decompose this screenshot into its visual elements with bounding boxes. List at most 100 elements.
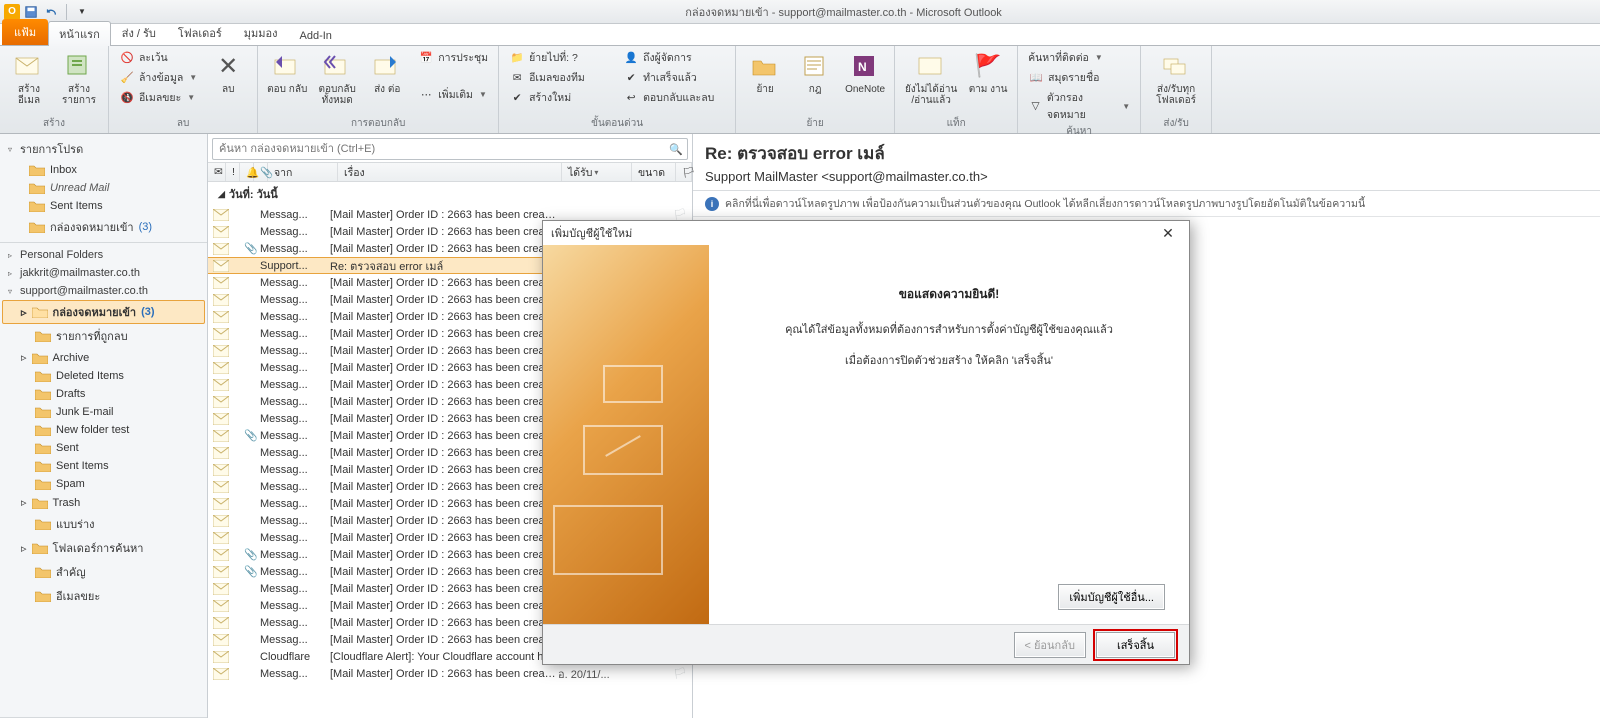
envelope-icon xyxy=(212,209,230,221)
junk-button[interactable]: 🚯อีเมลขยะ▼ xyxy=(115,88,201,107)
reply-all-button[interactable]: ตอบกลับ ทั้งหมด xyxy=(314,48,360,108)
cleanup-button[interactable]: 🧹ล้างข้อมูล▼ xyxy=(115,68,201,87)
onenote-button[interactable]: NOneNote xyxy=(842,48,888,97)
folder-item-11[interactable]: แบบร่าง xyxy=(2,512,205,536)
tab-file[interactable]: แฟ้ม xyxy=(2,19,48,45)
message-group-header[interactable]: ◢วันที่: วันนี้ xyxy=(208,182,692,206)
folder-item-2[interactable]: ▹Archive xyxy=(2,348,205,367)
tab-addin[interactable]: Add-In xyxy=(289,26,343,45)
message-row[interactable]: Messag...[Mail Master] Order ID : 2663 h… xyxy=(208,665,692,682)
message-subject: [Mail Master] Order ID : 2663 has been c… xyxy=(328,413,558,425)
save-icon[interactable] xyxy=(22,3,40,21)
unread-button[interactable]: ยังไม่ได้อ่าน /อ่านแล้ว xyxy=(901,48,961,108)
forward-button[interactable]: ส่ง ต่อ xyxy=(364,48,410,97)
fav-item-3[interactable]: กล่องจดหมายเข้า (3) xyxy=(2,215,205,239)
qs-createnew[interactable]: ✔สร้างใหม่ xyxy=(505,88,615,107)
folder-item-4[interactable]: Drafts xyxy=(2,385,205,403)
tab-sendreceive[interactable]: ส่ง / รับ xyxy=(111,20,167,45)
col-from[interactable]: จาก xyxy=(268,163,338,181)
folder-item-14[interactable]: อีเมลขยะ xyxy=(2,584,205,608)
message-subject: [Cloudflare Alert]: Your Cloudflare acco… xyxy=(328,651,558,663)
folder-item-8[interactable]: Sent Items xyxy=(2,457,205,475)
meeting-button[interactable]: 📅การประชุม xyxy=(414,48,492,67)
new-email-button[interactable]: สร้าง อีเมล xyxy=(6,48,52,108)
message-from: Messag... xyxy=(258,583,328,595)
message-subject: [Mail Master] Order ID : 2663 has been c… xyxy=(328,481,558,493)
reading-info-text: คลิกที่นี่เพื่อดาวน์โหลดรูปภาพ เพื่อป้อง… xyxy=(725,195,1365,212)
rules-button[interactable]: กฎ xyxy=(792,48,838,97)
group-create-label: สร้าง xyxy=(6,116,102,133)
qat-customize-icon[interactable]: ▼ xyxy=(73,3,91,21)
favorites-header[interactable]: ▿รายการโปรด xyxy=(0,137,207,161)
find-contact-input[interactable]: ค้นหาที่ติดต่อ▼ xyxy=(1024,48,1134,67)
message-from: Cloudflare xyxy=(258,651,328,663)
reply-button[interactable]: ตอบ กลับ xyxy=(264,48,310,97)
col-reminder[interactable]: 🔔 xyxy=(240,163,254,181)
folder-item-9[interactable]: Spam xyxy=(2,475,205,493)
message-subject: [Mail Master] Order ID : 2663 has been c… xyxy=(328,515,558,527)
message-subject: [Mail Master] Order ID : 2663 has been c… xyxy=(328,617,558,629)
qs-done[interactable]: ✔ทำเสร็จแล้ว xyxy=(619,68,729,87)
folder-item-10[interactable]: ▹Trash xyxy=(2,493,205,512)
search-icon[interactable]: 🔍 xyxy=(665,143,687,156)
ignore-button[interactable]: 🚫ละเว้น xyxy=(115,48,201,67)
undo-icon[interactable] xyxy=(42,3,60,21)
col-received[interactable]: ได้รับ ▾ xyxy=(562,163,632,181)
qs-teamemail[interactable]: ✉อีเมลของทีม xyxy=(505,68,615,87)
qs-replydelete[interactable]: ↩ตอบกลับและลบ xyxy=(619,88,729,107)
address-book-button[interactable]: 📖สมุดรายชื่อ xyxy=(1024,68,1134,87)
send-receive-all-button[interactable]: ส่ง/รับทุก โฟลเดอร์ xyxy=(1147,48,1205,108)
envelope-icon xyxy=(212,447,230,459)
delete-button[interactable]: ✕ลบ xyxy=(205,48,251,97)
col-flag[interactable]: 🏳 xyxy=(676,163,692,181)
envelope-icon xyxy=(212,379,230,391)
tab-view[interactable]: มุมมอง xyxy=(233,20,289,45)
message-from: Messag... xyxy=(258,498,328,510)
fav-item-2[interactable]: Sent Items xyxy=(2,197,205,215)
col-size[interactable]: ขนาด xyxy=(632,163,676,181)
folder-item-6[interactable]: New folder test xyxy=(2,421,205,439)
folder-item-0[interactable]: ▹กล่องจดหมายเข้า (3) xyxy=(2,300,205,324)
message-subject: [Mail Master] Order ID : 2663 has been c… xyxy=(328,464,558,476)
search-box[interactable]: 🔍 xyxy=(212,138,688,160)
tab-home[interactable]: หน้าแรก xyxy=(48,21,111,46)
col-attachment[interactable]: 📎 xyxy=(254,163,268,181)
flag-icon[interactable]: 🏳 xyxy=(672,667,688,680)
message-from: Messag... xyxy=(258,294,328,306)
dialog-close-button[interactable]: ✕ xyxy=(1155,223,1181,243)
qs-moveto[interactable]: 📁ย้ายไปที่: ? xyxy=(505,48,615,67)
message-from: Messag... xyxy=(258,226,328,238)
message-from: Messag... xyxy=(258,379,328,391)
move-button[interactable]: ย้าย xyxy=(742,48,788,97)
folder-item-12[interactable]: ▹โฟลเดอร์การค้นหา xyxy=(2,536,205,560)
fav-item-1[interactable]: Unread Mail xyxy=(2,179,205,197)
account-header-2[interactable]: ▿support@mailmaster.co.th xyxy=(0,282,207,300)
col-importance[interactable]: ! xyxy=(226,163,240,181)
new-items-button[interactable]: สร้าง รายการ xyxy=(56,48,102,108)
filter-email-button[interactable]: ▽ตัวกรองจดหมาย▼ xyxy=(1024,88,1134,124)
attachment-icon: 📎 xyxy=(244,429,258,442)
folder-item-7[interactable]: Sent xyxy=(2,439,205,457)
attachment-icon: 📎 xyxy=(244,548,258,561)
folder-item-13[interactable]: สำคัญ xyxy=(2,560,205,584)
respond-more-button[interactable]: ⋯เพิ่มเติม▼ xyxy=(414,85,492,104)
tab-folder[interactable]: โฟลเดอร์ xyxy=(167,20,233,45)
account-header-0[interactable]: ▹Personal Folders xyxy=(0,246,207,264)
message-subject: [Mail Master] Order ID : 2663 has been c… xyxy=(328,583,558,595)
account-header-1[interactable]: ▹jakkrit@mailmaster.co.th xyxy=(0,264,207,282)
folder-item-5[interactable]: Junk E-mail xyxy=(2,403,205,421)
qs-tomanager[interactable]: 👤ถึงผู้จัดการ xyxy=(619,48,729,67)
search-input[interactable] xyxy=(213,143,665,155)
reading-infobar[interactable]: i คลิกที่นี่เพื่อดาวน์โหลดรูปภาพ เพื่อป้… xyxy=(693,191,1600,217)
envelope-icon xyxy=(212,311,230,323)
add-another-account-button[interactable]: เพิ่มบัญชีผู้ใช้อื่น... xyxy=(1058,584,1165,610)
fav-item-0[interactable]: Inbox xyxy=(2,161,205,179)
col-icon[interactable]: ✉ xyxy=(208,163,226,181)
followup-button[interactable]: 🚩ตาม งาน xyxy=(965,48,1011,97)
dialog-finish-button[interactable]: เสร็จสิ้น xyxy=(1096,632,1175,658)
message-from: Messag... xyxy=(258,413,328,425)
message-subject: [Mail Master] Order ID : 2663 has been c… xyxy=(328,328,558,340)
col-subject[interactable]: เรื่อง xyxy=(338,163,562,181)
folder-item-3[interactable]: Deleted Items xyxy=(2,367,205,385)
folder-item-1[interactable]: รายการที่ถูกลบ xyxy=(2,324,205,348)
